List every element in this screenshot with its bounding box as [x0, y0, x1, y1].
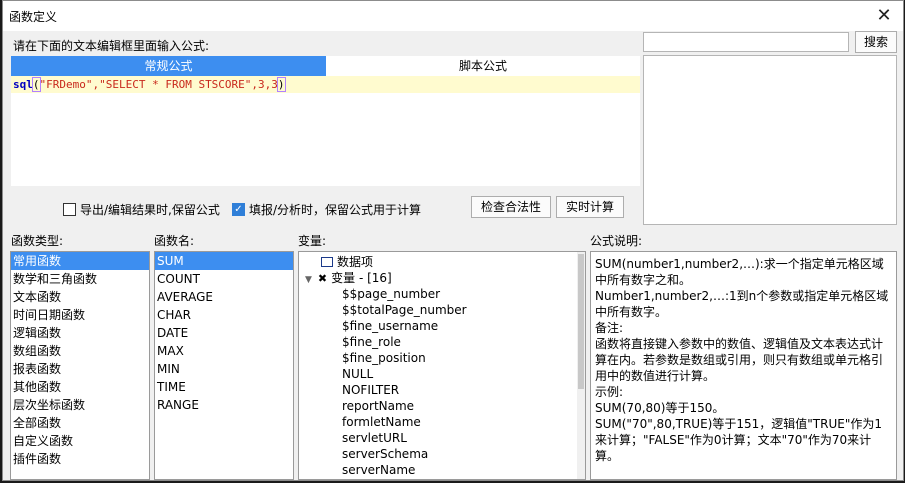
function-item[interactable]: MIN: [155, 360, 293, 378]
expand-chevron-icon[interactable]: ▼: [305, 275, 312, 285]
category-item[interactable]: 自定义函数: [11, 432, 149, 450]
variable-item[interactable]: reportName: [299, 398, 585, 414]
description-line: SUM(number1,number2,…):求一个指定单元格区域中所有数字之和…: [595, 257, 884, 287]
function-name-label: 函数名:: [154, 234, 195, 248]
export-keep-option[interactable]: 导出/编辑结果时,保留公式: [63, 202, 220, 217]
variable-item[interactable]: NULL: [299, 366, 585, 382]
function-item[interactable]: TIME: [155, 378, 293, 396]
function-item[interactable]: CHAR: [155, 306, 293, 324]
export-keep-label: 导出/编辑结果时,保留公式: [80, 202, 220, 217]
dataset-icon: [321, 257, 333, 267]
description-line: SUM("70",80,TRUE)等于151，逻辑值"TRUE"作为1来计算；"…: [595, 417, 882, 463]
category-item[interactable]: 报表函数: [11, 360, 149, 378]
fill-keep-label: 填报/分析时，保留公式用于计算: [249, 202, 422, 217]
formula-function: sql: [13, 78, 33, 91]
variable-item[interactable]: serverSchema: [299, 446, 585, 462]
variable-item[interactable]: formletName: [299, 414, 585, 430]
close-icon[interactable]: ✕: [873, 5, 895, 27]
fill-keep-checkbox[interactable]: ✓: [232, 202, 245, 216]
tab-normal-formula[interactable]: 常规公式: [11, 56, 326, 76]
formula-open-paren: (: [31, 77, 41, 92]
function-item[interactable]: SUM: [155, 252, 293, 270]
variable-item[interactable]: servletURL: [299, 430, 585, 446]
description-line: 函数将直接键入参数中的数值、逻辑值及文本表达式计算在内。若参数是数组或引用，则只…: [595, 337, 884, 383]
variables-label: 变量:: [298, 234, 327, 248]
variable-item[interactable]: serverName: [299, 462, 585, 478]
variable-item[interactable]: $fine_username: [299, 318, 585, 334]
variable-group-icon: ✖: [317, 272, 328, 285]
tree-node-dataset[interactable]: 数据项: [299, 254, 585, 270]
function-item[interactable]: RANGE: [155, 396, 293, 414]
variable-item[interactable]: $$page_number: [299, 286, 585, 302]
realtime-calc-button[interactable]: 实时计算: [556, 196, 624, 218]
function-item[interactable]: AVERAGE: [155, 288, 293, 306]
category-item[interactable]: 其他函数: [11, 378, 149, 396]
description-line: Number1,number2,…:1到n个参数或指定单元格区域中所有数字。: [595, 289, 889, 319]
category-item[interactable]: 插件函数: [11, 450, 149, 468]
variable-item[interactable]: $fine_role: [299, 334, 585, 350]
search-button[interactable]: 搜索: [855, 31, 897, 53]
category-label: 函数类型:: [11, 234, 64, 248]
function-definition-dialog: 函数定义 ✕ 请在下面的文本编辑框里面输入公式: 搜索 常规公式 脚本公式 sq…: [2, 0, 904, 481]
fill-keep-option[interactable]: ✓ 填报/分析时，保留公式用于计算: [232, 202, 422, 217]
title-bar: 函数定义 ✕: [3, 1, 903, 31]
dataset-label: 数据项: [337, 255, 374, 269]
function-item[interactable]: COUNT: [155, 270, 293, 288]
tab-script-formula[interactable]: 脚本公式: [326, 56, 640, 76]
variable-group-label: 变量 - [16]: [331, 271, 392, 285]
tree-node-variables[interactable]: ▼ ✖ 变量 - [16]: [299, 270, 585, 286]
description-label: 公式说明:: [590, 234, 643, 248]
function-item[interactable]: DATE: [155, 324, 293, 342]
prompt-label: 请在下面的文本编辑框里面输入公式:: [13, 39, 210, 53]
category-item[interactable]: 数组函数: [11, 342, 149, 360]
description-line: 示例:: [595, 385, 624, 399]
export-keep-checkbox[interactable]: [63, 202, 76, 216]
category-item[interactable]: 数学和三角函数: [11, 270, 149, 288]
formula-editor[interactable]: 常规公式 脚本公式 sql("FRDemo","SELECT * FROM ST…: [11, 56, 640, 186]
variable-item[interactable]: NOFILTER: [299, 382, 585, 398]
search-input[interactable]: [643, 32, 849, 52]
variable-scrollbar[interactable]: [577, 252, 585, 479]
category-item[interactable]: 常用函数: [11, 252, 149, 270]
check-validity-button[interactable]: 检查合法性: [471, 196, 551, 218]
description-line: 备注:: [595, 321, 624, 335]
formula-code-line[interactable]: sql("FRDemo","SELECT * FROM STSCORE",3,3…: [11, 76, 640, 93]
formula-close-paren: ): [276, 77, 286, 92]
variable-tree[interactable]: 数据项 ▼ ✖ 变量 - [16] $$page_number $$totalPage…: [298, 251, 586, 480]
search-results-list[interactable]: [643, 55, 897, 225]
description-line: SUM(70,80)等于150。: [595, 401, 725, 415]
variable-item[interactable]: $$totalPage_number: [299, 302, 585, 318]
window-title: 函数定义: [9, 10, 58, 24]
category-item[interactable]: 逻辑函数: [11, 324, 149, 342]
category-item[interactable]: 文本函数: [11, 288, 149, 306]
variable-item[interactable]: $fine_position: [299, 350, 585, 366]
function-list[interactable]: SUM COUNT AVERAGE CHAR DATE MAX MIN TIME RANGE: [154, 251, 294, 480]
category-item[interactable]: 全部函数: [11, 414, 149, 432]
description-panel: SUM(number1,number2,…):求一个指定单元格区域中所有数字之和…: [590, 251, 897, 480]
category-list[interactable]: 常用函数 数学和三角函数 文本函数 时间日期函数 逻辑函数 数组函数 报表函数 其他函数 层次坐…: [10, 251, 150, 480]
formula-args: "FRDemo","SELECT * FROM STSCORE",3,3: [39, 78, 278, 91]
category-item[interactable]: 层次坐标函数: [11, 396, 149, 414]
function-item[interactable]: MAX: [155, 342, 293, 360]
category-item[interactable]: 时间日期函数: [11, 306, 149, 324]
scrollbar-thumb[interactable]: [578, 254, 584, 389]
